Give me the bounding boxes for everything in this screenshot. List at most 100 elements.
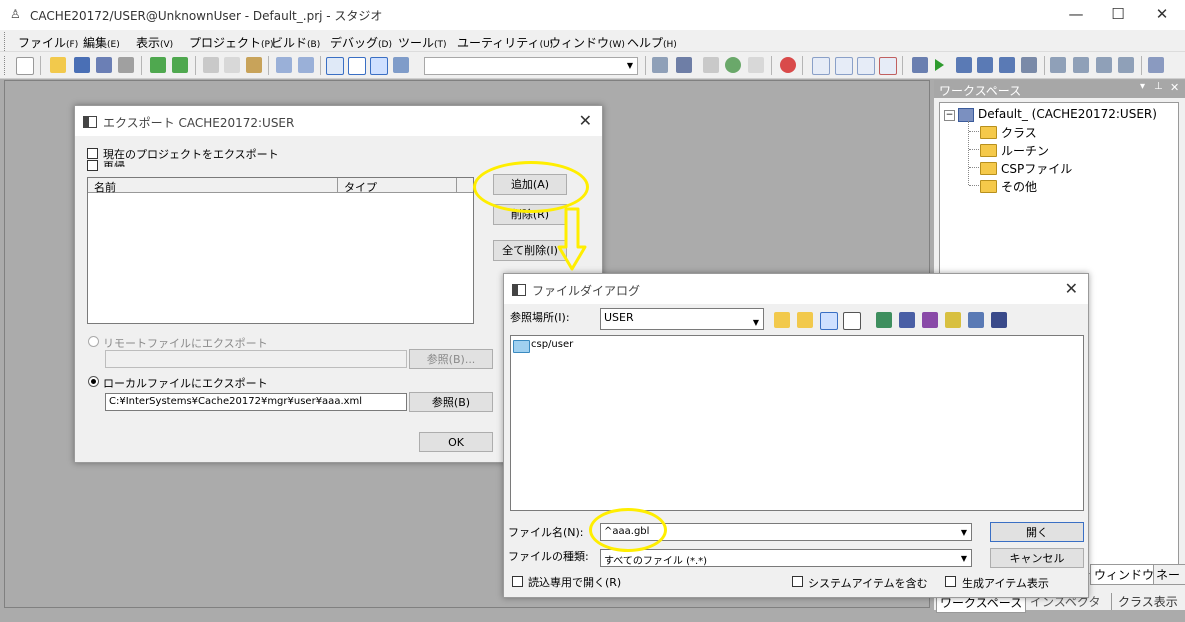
- globe-icon[interactable]: [725, 57, 741, 73]
- open-folder-icon[interactable]: [50, 57, 66, 73]
- chevron-down-icon[interactable]: ▼: [957, 550, 971, 566]
- window-in-icon[interactable]: [835, 57, 853, 75]
- remote-path-field[interactable]: [105, 350, 407, 368]
- local-export-radio[interactable]: [88, 376, 99, 387]
- breakpoint-icon[interactable]: [1021, 57, 1037, 73]
- forward-icon[interactable]: [172, 57, 188, 73]
- lookin-combo[interactable]: USER ▼: [600, 308, 764, 330]
- step-into-icon[interactable]: [1050, 57, 1066, 73]
- delete-button[interactable]: 削除(R): [493, 204, 567, 225]
- compile-icon[interactable]: [652, 57, 668, 73]
- minimize-icon[interactable]: —: [1053, 0, 1099, 30]
- back-icon[interactable]: [150, 57, 166, 73]
- chevron-down-icon[interactable]: ▼: [749, 309, 763, 329]
- new-file-icon[interactable]: [16, 57, 34, 75]
- step-over-icon[interactable]: [1073, 57, 1089, 73]
- recursive-checkbox[interactable]: [87, 160, 98, 171]
- local-path-field[interactable]: C:¥InterSystems¥Cache20172¥mgr¥user¥aaa.…: [105, 393, 407, 411]
- browse-local-button[interactable]: 参照(B): [409, 392, 493, 412]
- filetype-combo[interactable]: すべてのファイル (*.*) ▼: [600, 549, 972, 567]
- file-list[interactable]: csp/user: [510, 335, 1084, 511]
- keyboard-icon[interactable]: [676, 57, 692, 73]
- col-type[interactable]: タイプ: [344, 179, 377, 195]
- ok-button[interactable]: OK: [419, 432, 493, 452]
- doc-icon[interactable]: [748, 57, 764, 73]
- open-button[interactable]: 開く: [990, 522, 1084, 542]
- system-items-checkbox[interactable]: [792, 576, 803, 587]
- menu-build[interactable]: ビルド(B): [271, 34, 320, 51]
- maximize-icon[interactable]: ☐: [1095, 0, 1141, 30]
- toolbar-combo[interactable]: ▼: [424, 57, 638, 75]
- debug-icon[interactable]: [912, 57, 928, 73]
- close-icon[interactable]: ✕: [1065, 279, 1078, 298]
- tab-class-view[interactable]: クラス表示: [1111, 593, 1178, 610]
- menu-edit[interactable]: 編集(E): [83, 34, 120, 51]
- stop-debug-icon[interactable]: [977, 57, 993, 73]
- view-doc-icon[interactable]: [326, 57, 344, 75]
- tree-item-other[interactable]: その他: [1001, 178, 1037, 195]
- tab-namespace[interactable]: ネー: [1153, 564, 1185, 585]
- step-icon[interactable]: [956, 57, 972, 73]
- close-icon[interactable]: ✕: [1170, 81, 1179, 94]
- menu-utility[interactable]: ユーティリティ(U): [457, 34, 553, 51]
- add-button[interactable]: 追加(A): [493, 174, 567, 195]
- save-all-icon[interactable]: [96, 57, 112, 73]
- run-to-cursor-icon[interactable]: [1118, 57, 1134, 73]
- window-icon[interactable]: [812, 57, 830, 75]
- cancel-button[interactable]: キャンセル: [990, 548, 1084, 568]
- view-window-icon[interactable]: [393, 57, 409, 73]
- remote-export-radio[interactable]: [88, 336, 99, 347]
- routine-filter-icon[interactable]: [899, 312, 915, 328]
- doc-arrow-icon[interactable]: [703, 57, 719, 73]
- redo-icon[interactable]: [298, 57, 314, 73]
- col-name[interactable]: 名前: [94, 179, 116, 195]
- window-out-icon[interactable]: [857, 57, 875, 75]
- print-icon[interactable]: [118, 57, 134, 73]
- menu-file[interactable]: ファイル(F): [18, 34, 78, 51]
- undo-icon[interactable]: [276, 57, 292, 73]
- watch-icon[interactable]: [1148, 57, 1164, 73]
- tree-item-class[interactable]: クラス: [1001, 124, 1037, 141]
- run-icon[interactable]: [935, 59, 944, 71]
- close-icon[interactable]: ✕: [1139, 0, 1185, 30]
- export-list[interactable]: 名前 タイプ: [87, 177, 474, 324]
- tree-item-csp[interactable]: CSPファイル: [1001, 160, 1072, 177]
- menu-tools[interactable]: ツール(T): [398, 34, 447, 51]
- class-filter-icon[interactable]: [876, 312, 892, 328]
- view-page-icon[interactable]: [348, 57, 366, 75]
- list-item[interactable]: csp/user: [531, 339, 573, 350]
- browse-remote-button[interactable]: 参照(B)...: [409, 349, 493, 369]
- copy-icon[interactable]: [224, 57, 240, 73]
- menu-window[interactable]: ウィンドウ(W): [549, 34, 625, 51]
- list-view-icon[interactable]: [820, 312, 838, 330]
- menu-view[interactable]: 表示(V): [136, 34, 173, 51]
- up-folder-icon[interactable]: [774, 312, 790, 328]
- window-close-icon[interactable]: [879, 57, 897, 75]
- chevron-down-icon[interactable]: ▼: [623, 58, 637, 74]
- tree-item-routine[interactable]: ルーチン: [1001, 142, 1049, 159]
- menu-debug[interactable]: デバッグ(D): [330, 34, 392, 51]
- pin-icon[interactable]: ⊥: [1154, 81, 1163, 92]
- menu-project[interactable]: プロジェクト(P): [189, 34, 273, 51]
- include-filter-icon[interactable]: [922, 312, 938, 328]
- csp-filter-icon[interactable]: [968, 312, 984, 328]
- filename-input[interactable]: ^aaa.gbl ▼: [600, 523, 972, 541]
- pause-icon[interactable]: [999, 57, 1015, 73]
- tab-window[interactable]: ウィンドウ: [1090, 564, 1159, 585]
- step-out-icon[interactable]: [1096, 57, 1112, 73]
- paste-icon[interactable]: [246, 57, 262, 73]
- mac-filter-icon[interactable]: [991, 312, 1007, 328]
- new-folder-icon[interactable]: [797, 312, 813, 328]
- view-check-icon[interactable]: [370, 57, 388, 75]
- cut-icon[interactable]: [203, 57, 219, 73]
- global-filter-icon[interactable]: [945, 312, 961, 328]
- dropdown-icon[interactable]: ▾: [1140, 81, 1145, 92]
- save-icon[interactable]: [74, 57, 90, 73]
- chevron-down-icon[interactable]: ▼: [957, 524, 971, 540]
- stop-icon[interactable]: [780, 57, 796, 73]
- collapse-icon[interactable]: −: [944, 110, 955, 121]
- readonly-checkbox[interactable]: [512, 576, 523, 587]
- tree-root-label[interactable]: Default_ (CACHE20172:USER): [978, 107, 1157, 121]
- detail-view-icon[interactable]: [843, 312, 861, 330]
- menu-help[interactable]: ヘルプ(H): [627, 34, 677, 51]
